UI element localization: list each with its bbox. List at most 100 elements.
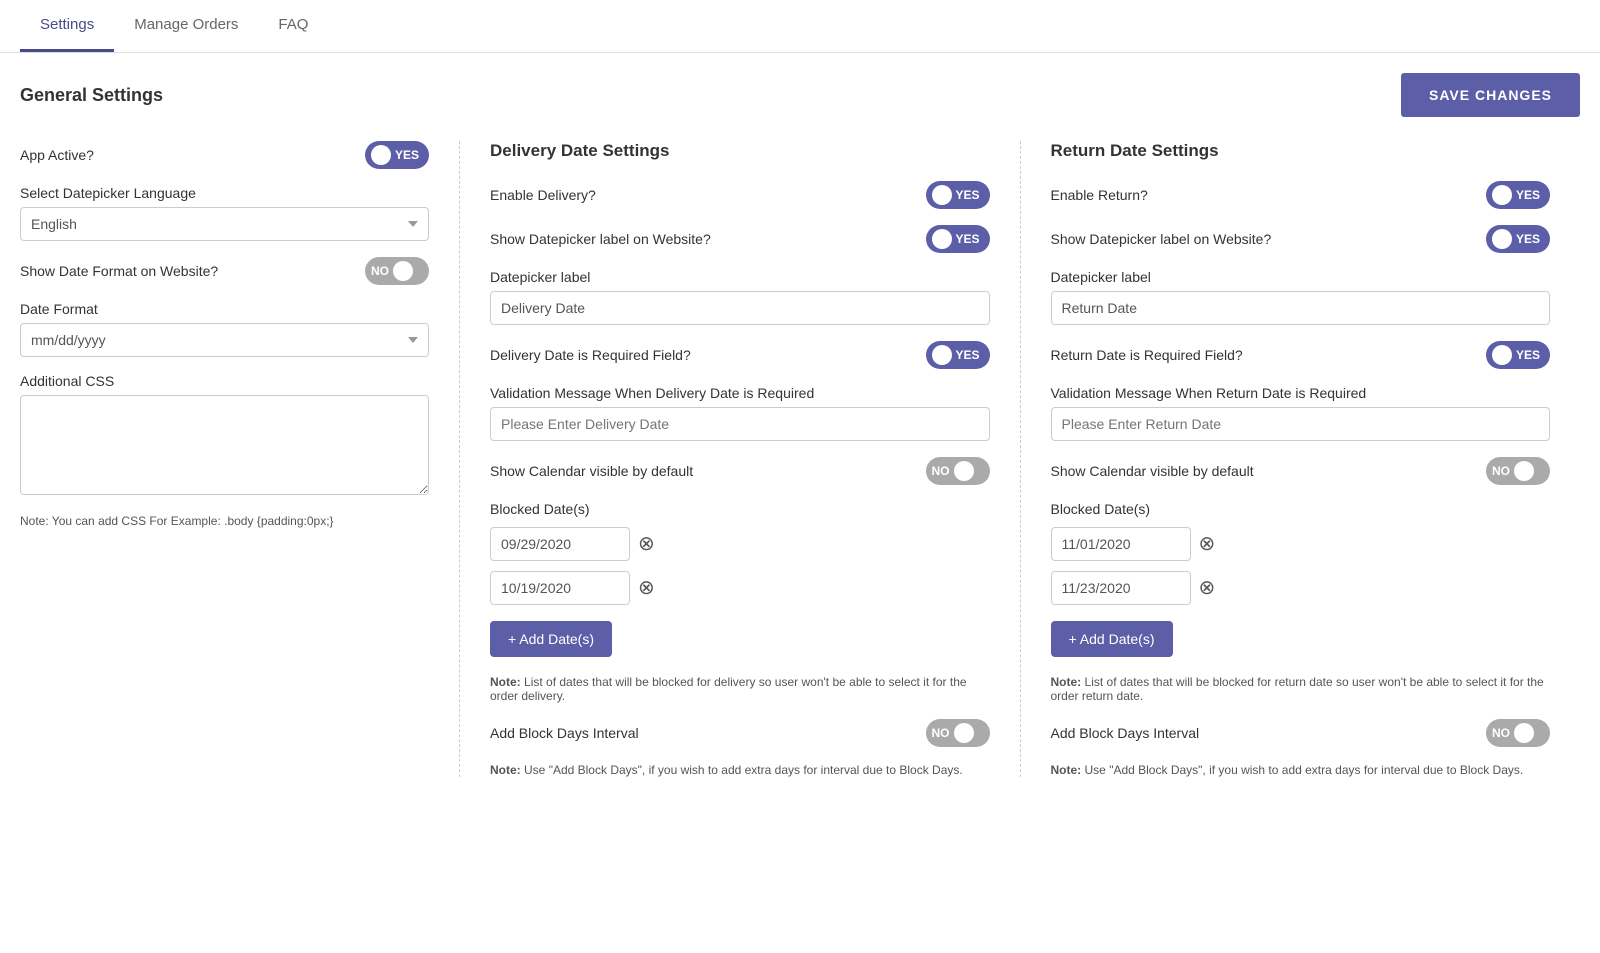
delivery-block-days-row: Add Block Days Interval NO <box>490 719 990 747</box>
toggle-dot <box>1492 185 1512 205</box>
return-settings-column: Return Date Settings Enable Return? YES … <box>1021 141 1581 777</box>
toggle-dot <box>954 723 974 743</box>
return-blocked-date-row-0: ⊗ <box>1051 527 1551 561</box>
delivery-settings-column: Delivery Date Settings Enable Delivery? … <box>460 141 1021 777</box>
delivery-remove-date-icon-0[interactable]: ⊗ <box>638 534 655 554</box>
show-date-format-toggle[interactable]: NO <box>365 257 429 285</box>
return-datepicker-label-input[interactable] <box>1051 291 1551 325</box>
general-settings-column: App Active? YES Select Datepicker Langua… <box>20 141 460 777</box>
app-active-row: App Active? YES <box>20 141 429 169</box>
return-remove-date-icon-1[interactable]: ⊗ <box>1199 578 1216 598</box>
nav-tab-settings[interactable]: Settings <box>20 0 114 52</box>
additional-css-textarea[interactable] <box>20 395 429 495</box>
datepicker-language-group: Select Datepicker Language English <box>20 185 429 241</box>
return-show-label-label: Show Datepicker label on Website? <box>1051 231 1272 247</box>
css-note: Note: You can add CSS For Example: .body… <box>20 514 429 528</box>
toggle-label: YES <box>956 188 980 202</box>
delivery-calendar-visible-row: Show Calendar visible by default NO <box>490 457 990 485</box>
delivery-blocked-dates-section: ⊗ ⊗ <box>490 527 990 605</box>
delivery-datepicker-label-label: Datepicker label <box>490 269 990 285</box>
nav-tab-faq[interactable]: FAQ <box>258 0 328 52</box>
delivery-blocked-date-input-1[interactable] <box>490 571 630 605</box>
toggle-label: NO <box>932 464 950 478</box>
delivery-validation-input[interactable] <box>490 407 990 441</box>
toggle-dot <box>371 145 391 165</box>
toggle-label: YES <box>395 148 419 162</box>
return-required-toggle[interactable]: YES <box>1486 341 1550 369</box>
delivery-enable-row: Enable Delivery? YES <box>490 181 990 209</box>
return-blocked-date-row-1: ⊗ <box>1051 571 1551 605</box>
toggle-dot <box>932 185 952 205</box>
page: General Settings SAVE CHANGES App Active… <box>0 53 1600 953</box>
return-block-days-toggle[interactable]: NO <box>1486 719 1550 747</box>
columns-wrapper: App Active? YES Select Datepicker Langua… <box>20 141 1580 777</box>
toggle-dot <box>1514 461 1534 481</box>
save-changes-button[interactable]: SAVE CHANGES <box>1401 73 1580 117</box>
toggle-dot <box>1492 345 1512 365</box>
datepicker-language-select[interactable]: English <box>20 207 429 241</box>
toggle-label: YES <box>1516 232 1540 246</box>
return-validation-label: Validation Message When Return Date is R… <box>1051 385 1551 401</box>
page-header: General Settings SAVE CHANGES <box>20 73 1580 117</box>
return-show-label-row: Show Datepicker label on Website? YES <box>1051 225 1551 253</box>
delivery-add-dates-button[interactable]: + Add Date(s) <box>490 621 612 657</box>
return-calendar-visible-row: Show Calendar visible by default NO <box>1051 457 1551 485</box>
additional-css-label: Additional CSS <box>20 373 429 389</box>
return-blocked-date-input-0[interactable] <box>1051 527 1191 561</box>
delivery-datepicker-label-group: Datepicker label <box>490 269 990 325</box>
app-active-label: App Active? <box>20 147 94 163</box>
delivery-blocked-dates-label: Blocked Date(s) <box>490 501 990 517</box>
delivery-remove-date-icon-1[interactable]: ⊗ <box>638 578 655 598</box>
delivery-enable-toggle[interactable]: YES <box>926 181 990 209</box>
toggle-label: YES <box>956 348 980 362</box>
show-date-format-row: Show Date Format on Website? NO <box>20 257 429 285</box>
return-block-days-note-text: Use "Add Block Days", if you wish to add… <box>1085 763 1524 777</box>
return-required-label: Return Date is Required Field? <box>1051 347 1243 363</box>
nav-tab-manage-orders[interactable]: Manage Orders <box>114 0 258 52</box>
date-format-select[interactable]: mm/dd/yyyy <box>20 323 429 357</box>
datepicker-language-label: Select Datepicker Language <box>20 185 429 201</box>
return-calendar-visible-toggle[interactable]: NO <box>1486 457 1550 485</box>
page-title: General Settings <box>20 85 163 106</box>
delivery-enable-label: Enable Delivery? <box>490 187 596 203</box>
app-active-toggle[interactable]: YES <box>365 141 429 169</box>
toggle-label: NO <box>371 264 389 278</box>
return-blocked-dates-section: ⊗ ⊗ <box>1051 527 1551 605</box>
return-blocked-date-input-1[interactable] <box>1051 571 1191 605</box>
delivery-required-row: Delivery Date is Required Field? YES <box>490 341 990 369</box>
return-block-days-row: Add Block Days Interval NO <box>1051 719 1551 747</box>
delivery-section-title: Delivery Date Settings <box>490 141 990 161</box>
toggle-label: NO <box>1492 726 1510 740</box>
return-remove-date-icon-0[interactable]: ⊗ <box>1199 534 1216 554</box>
delivery-required-toggle[interactable]: YES <box>926 341 990 369</box>
delivery-validation-group: Validation Message When Delivery Date is… <box>490 385 990 441</box>
return-validation-input[interactable] <box>1051 407 1551 441</box>
delivery-required-label: Delivery Date is Required Field? <box>490 347 691 363</box>
toggle-dot <box>954 461 974 481</box>
return-required-row: Return Date is Required Field? YES <box>1051 341 1551 369</box>
delivery-blocked-note-text: List of dates that will be blocked for d… <box>490 675 967 703</box>
date-format-group: Date Format mm/dd/yyyy <box>20 301 429 357</box>
return-validation-group: Validation Message When Return Date is R… <box>1051 385 1551 441</box>
delivery-blocked-date-row-0: ⊗ <box>490 527 990 561</box>
delivery-calendar-visible-toggle[interactable]: NO <box>926 457 990 485</box>
return-blocked-note-text: List of dates that will be blocked for r… <box>1051 675 1544 703</box>
toggle-dot <box>932 345 952 365</box>
delivery-blocked-date-input-0[interactable] <box>490 527 630 561</box>
return-enable-toggle[interactable]: YES <box>1486 181 1550 209</box>
delivery-show-label-row: Show Datepicker label on Website? YES <box>490 225 990 253</box>
delivery-show-label-toggle[interactable]: YES <box>926 225 990 253</box>
delivery-datepicker-label-input[interactable] <box>490 291 990 325</box>
delivery-block-days-toggle[interactable]: NO <box>926 719 990 747</box>
toggle-dot <box>393 261 413 281</box>
toggle-label: YES <box>1516 188 1540 202</box>
return-show-label-toggle[interactable]: YES <box>1486 225 1550 253</box>
toggle-dot <box>1492 229 1512 249</box>
return-add-dates-button[interactable]: + Add Date(s) <box>1051 621 1173 657</box>
return-enable-label: Enable Return? <box>1051 187 1148 203</box>
delivery-block-days-note-text: Use "Add Block Days", if you wish to add… <box>524 763 963 777</box>
delivery-blocked-note: Note: List of dates that will be blocked… <box>490 675 990 703</box>
return-datepicker-label-group: Datepicker label <box>1051 269 1551 325</box>
toggle-label: YES <box>956 232 980 246</box>
return-datepicker-label-label: Datepicker label <box>1051 269 1551 285</box>
